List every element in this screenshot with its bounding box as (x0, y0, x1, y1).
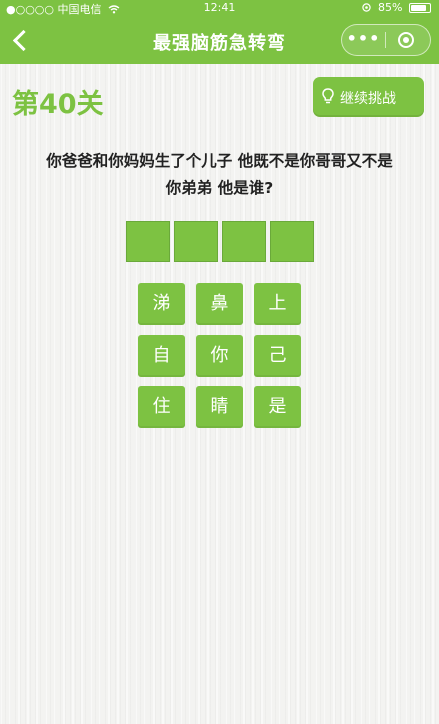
question-line-2: 你弟弟 他是谁? (165, 179, 274, 197)
capsule-divider (385, 32, 386, 48)
question-text: 你爸爸和你妈妈生了个儿子 他既不是你哥哥又不是 你弟弟 他是谁? (10, 148, 429, 202)
character-button[interactable]: 鼻 (196, 283, 243, 325)
nav-bar: 最强脑筋急转弯 ••• (0, 16, 439, 64)
battery-fill (411, 5, 426, 11)
answer-slot[interactable] (270, 221, 314, 262)
target-icon[interactable] (398, 32, 414, 48)
answer-slot[interactable] (222, 221, 266, 262)
continue-challenge-button[interactable]: 继续挑战 (313, 77, 424, 117)
answer-slot[interactable] (174, 221, 218, 262)
continue-challenge-label: 继续挑战 (340, 91, 396, 107)
battery-icon (409, 3, 431, 13)
character-button[interactable]: 自 (138, 335, 185, 377)
question-line-1: 你爸爸和你妈妈生了个儿子 他既不是你哥哥又不是 (46, 152, 393, 170)
answer-slot[interactable] (126, 221, 170, 262)
character-button[interactable]: 住 (138, 386, 185, 428)
status-bar: ●○○○○ 中国电信 12:41 85% (0, 0, 439, 16)
battery-percent: 85% (378, 1, 403, 14)
character-button[interactable]: 上 (254, 283, 301, 325)
character-button[interactable]: 你 (196, 335, 243, 377)
battery-status: 85% (361, 1, 431, 14)
mini-program-capsule: ••• (341, 24, 431, 56)
character-button[interactable]: 己 (254, 335, 301, 377)
character-button[interactable]: 睛 (196, 386, 243, 428)
location-icon (361, 3, 371, 12)
more-button[interactable]: ••• (342, 25, 385, 55)
character-button[interactable]: 涕 (138, 283, 185, 325)
level-label: 第40关 (12, 89, 104, 120)
character-button[interactable]: 是 (254, 386, 301, 428)
lightbulb-icon (322, 88, 334, 104)
